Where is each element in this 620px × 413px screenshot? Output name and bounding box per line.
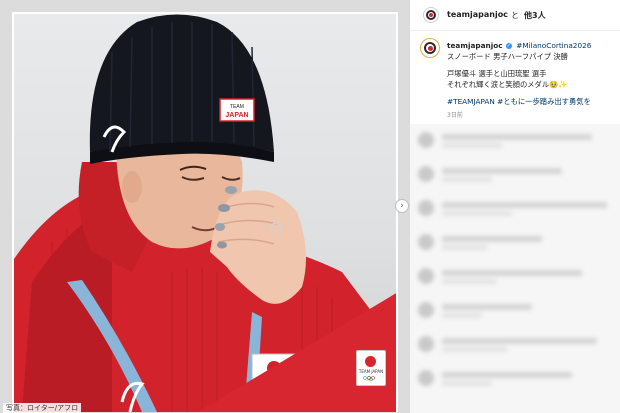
- header-conjunction: と: [511, 11, 519, 20]
- post-header: teamjapanjoc と 他3人: [410, 0, 620, 31]
- post-photo: TEAM JAPAN TEAM JAPAN › 写真：ロイター/アフロ: [0, 0, 410, 413]
- header-account-name[interactable]: teamjapanjoc: [447, 10, 508, 19]
- carousel-next-button[interactable]: ›: [395, 199, 409, 213]
- verified-badge-icon: ✓: [505, 42, 512, 49]
- hinomaru-icon: [365, 356, 376, 367]
- blurred-comment: [418, 266, 614, 288]
- svg-text:JAPAN: JAPAN: [225, 112, 248, 119]
- post-panel: teamjapanjoc と 他3人 teamjapanjoc ✓ #Milan…: [410, 0, 620, 413]
- frame-top: [12, 12, 398, 14]
- caption-avatar[interactable]: [420, 38, 440, 58]
- athlete-photo: TEAM JAPAN: [12, 12, 398, 412]
- blurred-comment: [418, 334, 614, 356]
- caption-hashtags[interactable]: #TEAMJAPAN #ともに一歩踏み出す勇気を: [447, 96, 617, 107]
- blurred-comment: [418, 300, 614, 322]
- blurred-comment: [418, 198, 614, 220]
- caption-line-event: スノーボード 男子ハーフパイプ 決勝: [447, 52, 568, 61]
- caption-line-athletes: 戸塚優斗 選手と山田琉聖 選手: [447, 69, 547, 78]
- svg-text:TEAM: TEAM: [230, 104, 244, 110]
- blurred-comment: [418, 232, 614, 254]
- blurred-comment: [418, 130, 614, 152]
- team-japan-logo: TEAM JAPAN: [356, 350, 386, 386]
- frame-left: [12, 12, 14, 412]
- caption-line-medals: それぞれ輝く涙と笑顔のメダル🥹✨: [447, 80, 568, 89]
- team-japan-logo-text: TEAM JAPAN: [358, 369, 384, 374]
- blurred-comment: [418, 164, 614, 186]
- event-hashtag[interactable]: #MilanoCortina2026: [516, 41, 591, 50]
- post-timestamp[interactable]: 3日前: [447, 110, 463, 119]
- avatar-sun-icon: [427, 45, 433, 51]
- olympic-rings-icon: [363, 376, 375, 381]
- blurred-comment: [418, 368, 614, 390]
- post-caption: teamjapanjoc ✓ #MilanoCortina2026 スノーボード…: [447, 40, 617, 107]
- photo-credit: 写真：ロイター/アフロ: [3, 403, 82, 413]
- caption-account-name[interactable]: teamjapanjoc: [447, 41, 503, 50]
- blurred-comments-area: [410, 124, 620, 413]
- header-collaborators[interactable]: 他3人: [524, 10, 546, 21]
- header-avatar[interactable]: [423, 7, 439, 23]
- avatar-sun-icon: [429, 13, 433, 17]
